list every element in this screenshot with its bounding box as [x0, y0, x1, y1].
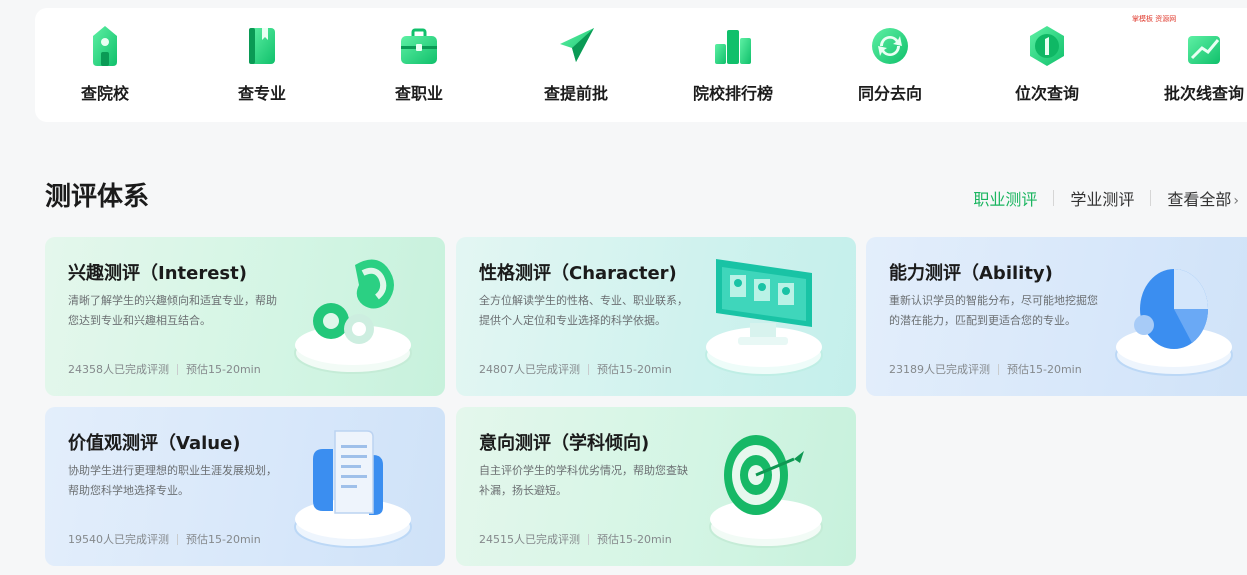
duration-estimate: 预估15-20min	[597, 363, 672, 376]
assessment-card-character[interactable]: 性格测评（Character) 全方位解读学生的性格、专业、职业联系，提供个人定…	[456, 237, 856, 396]
nav-label: 批次线查询	[1163, 84, 1244, 103]
card-meta: 19540人已完成评测 预估15-20min	[68, 531, 261, 547]
paper-plane-icon	[560, 28, 594, 62]
rank-badge-icon	[1030, 26, 1064, 66]
nav-label: 院校排行榜	[692, 84, 773, 103]
duration-estimate: 预估15-20min	[597, 533, 672, 546]
quick-nav-bar: 查院校 查专业 查职业 查提前批 院校排行榜 同分去向 位次查询 批次线查询	[35, 8, 1247, 122]
card-meta: 23189人已完成评测 预估15-20min	[889, 361, 1082, 377]
nav-item-early-batch[interactable]: 查提前批	[516, 22, 636, 104]
card-description: 重新认识学员的智能分布，尽可能地挖掘您的潜在能力，匹配到更适合您的专业。	[889, 294, 1098, 327]
tab-academic-assessment[interactable]: 学业测评	[1070, 186, 1134, 210]
view-all-label: 查看全部	[1167, 190, 1232, 209]
riasec-shapes-icon	[294, 259, 412, 374]
nav-label: 查提前批	[543, 84, 608, 103]
tab-career-assessment[interactable]: 职业测评	[973, 186, 1037, 210]
nav-item-majors[interactable]: 查专业	[202, 22, 322, 104]
completion-count: 24807人已完成评测	[479, 363, 580, 376]
card-description: 协助学生进行更理想的职业生涯发展规划，帮助您科学地选择专业。	[68, 464, 277, 497]
nav-label: 同分去向	[857, 84, 922, 103]
card-description: 清晰了解学生的兴趣倾向和适宜专业，帮助您达到专业和兴趣相互结合。	[68, 294, 277, 327]
card-description: 全方位解读学生的性格、专业、职业联系，提供个人定位和专业选择的科学依据。	[479, 294, 688, 327]
duration-estimate: 预估15-20min	[186, 363, 261, 376]
refresh-arrows-icon	[872, 28, 908, 64]
ranking-bars-icon	[715, 30, 751, 64]
assessment-card-interest[interactable]: 兴趣测评（Interest) 清晰了解学生的兴趣倾向和适宜专业，帮助您达到专业和…	[45, 237, 445, 396]
card-meta: 24515人已完成评测 预估15-20min	[479, 531, 672, 547]
nav-label: 位次查询	[1014, 84, 1079, 103]
watermark-text: 掌模板 资源网	[1132, 15, 1177, 23]
nav-item-schools[interactable]: 查院校	[45, 22, 165, 104]
card-title: 意向测评（学科倾向)	[479, 433, 650, 454]
nav-item-careers[interactable]: 查职业	[359, 22, 479, 104]
completion-count: 19540人已完成评测	[68, 533, 169, 546]
nav-label: 查专业	[237, 84, 286, 103]
completion-count: 23189人已完成评测	[889, 363, 990, 376]
duration-estimate: 预估15-20min	[1007, 363, 1082, 376]
assessment-card-ability[interactable]: 能力测评（Ability) 重新认识学员的智能分布，尽可能地挖掘您的潜在能力，匹…	[866, 237, 1247, 396]
briefcase-icon	[401, 28, 437, 64]
card-meta: 24807人已完成评测 预估15-20min	[479, 361, 672, 377]
target-icon	[709, 435, 823, 548]
assessment-card-value[interactable]: 价值观测评（Value) 协助学生进行更理想的职业生涯发展规划，帮助您科学地选择…	[45, 407, 445, 566]
tab-divider	[1150, 190, 1152, 206]
card-title: 能力测评（Ability)	[889, 263, 1053, 284]
nav-item-same-score[interactable]: 同分去向	[830, 22, 950, 104]
pie-chart-icon	[1115, 269, 1233, 376]
assessment-card-intention[interactable]: 意向测评（学科倾向) 自主评价学生的学科优劣情况，帮助您查缺补漏，扬长避短。 2…	[456, 407, 856, 566]
batch-line-icon	[1188, 36, 1220, 64]
card-title: 性格测评（Character)	[479, 263, 677, 284]
view-all-link[interactable]: 查看全部 ›	[1167, 186, 1239, 210]
school-building-icon	[93, 26, 117, 66]
card-description: 自主评价学生的学科优劣情况，帮助您查缺补漏，扬长避短。	[479, 464, 688, 497]
document-scroll-icon	[294, 430, 412, 548]
card-title: 兴趣测评（Interest)	[68, 263, 247, 284]
nav-item-rank-query[interactable]: 位次查询	[987, 22, 1107, 104]
nav-item-rankings[interactable]: 院校排行榜	[673, 22, 793, 104]
tab-divider	[1053, 190, 1055, 206]
section-title: 测评体系	[45, 182, 150, 212]
completion-count: 24515人已完成评测	[479, 533, 580, 546]
duration-estimate: 预估15-20min	[186, 533, 261, 546]
book-icon	[249, 28, 275, 64]
nav-label: 查院校	[80, 84, 129, 103]
nav-label: 查职业	[394, 84, 443, 103]
section-tabs: 职业测评 学业测评 查看全部 ›	[973, 186, 1239, 210]
nav-item-batch-line[interactable]: 批次线查询	[1144, 22, 1247, 104]
card-title: 价值观测评（Value)	[68, 433, 241, 454]
chevron-right-icon: ›	[1233, 193, 1239, 209]
completion-count: 24358人已完成评测	[68, 363, 169, 376]
card-meta: 24358人已完成评测 预估15-20min	[68, 361, 261, 377]
monitor-profiles-icon	[705, 259, 823, 376]
